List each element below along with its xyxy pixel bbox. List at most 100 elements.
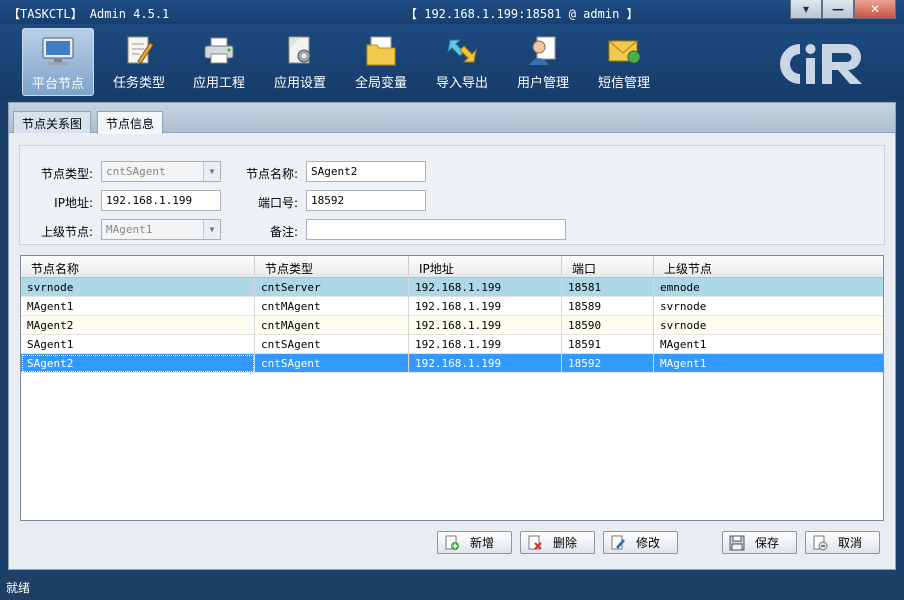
remark-label: 备注: xyxy=(269,225,298,239)
toolbar-app-projects[interactable]: 应用工程 xyxy=(183,28,255,96)
cell-parent-node: svrnode xyxy=(660,319,707,332)
toolbar-platform-nodes[interactable]: 平台节点 xyxy=(22,28,94,96)
column-header-node-name[interactable]: 节点名称 xyxy=(21,256,255,278)
tab-node-info[interactable]: 节点信息 xyxy=(97,111,164,134)
table-row-selected[interactable]: SAgent2 cntSAgent 192.168.1.199 18592 MA… xyxy=(21,354,883,373)
chevron-down-icon: ▼ xyxy=(203,162,220,181)
cell-ip: 192.168.1.199 xyxy=(409,278,562,297)
cell-parent-node: svrnode xyxy=(660,300,707,313)
close-button[interactable]: ✕ xyxy=(854,0,896,19)
toolbar-label: 导入导出 xyxy=(435,76,488,91)
toolbar-label: 应用工程 xyxy=(192,76,245,91)
table-row[interactable]: SAgent1 cntSAgent 192.168.1.199 18591 MA… xyxy=(21,335,883,354)
port-input[interactable]: 18592 xyxy=(306,190,426,211)
main-panel: 节点关系图 节点信息 节点类型: cntSAgent ▼ 节点名称: SAgen… xyxy=(8,102,896,570)
status-bar: 就绪 xyxy=(0,573,904,600)
parent-node-select[interactable]: MAgent1 ▼ xyxy=(101,219,221,240)
save-button-label: 保存 xyxy=(755,536,780,550)
parent-node-label: 上级节点: xyxy=(40,225,93,239)
cell-parent-node: emnode xyxy=(660,281,700,294)
settings-document-icon xyxy=(283,34,317,68)
folder-document-icon xyxy=(364,34,398,68)
port-label: 端口号: xyxy=(257,196,298,210)
cell-port: 18590 xyxy=(562,316,654,335)
cell-parent-node: MAgent1 xyxy=(660,357,707,370)
toolbar-label: 任务类型 xyxy=(112,76,165,91)
printer-icon xyxy=(202,34,236,68)
cell-node-name: svrnode xyxy=(21,278,255,297)
cell-node-type: cntSAgent xyxy=(255,354,409,373)
column-header-node-type[interactable]: 节点类型 xyxy=(255,256,409,278)
edit-document-icon xyxy=(610,535,626,551)
tab-strip: 节点关系图 节点信息 xyxy=(9,103,895,134)
toolbar-global-variables[interactable]: 全局变量 xyxy=(345,28,417,96)
floppy-disk-icon xyxy=(729,535,745,551)
monitor-icon xyxy=(41,35,75,69)
tab-node-relation-graph[interactable]: 节点关系图 xyxy=(13,111,92,133)
delete-button-label: 删除 xyxy=(553,536,578,550)
parent-node-value: MAgent1 xyxy=(106,223,153,236)
cell-node-type: cntMAgent xyxy=(255,316,409,335)
import-export-icon xyxy=(445,34,479,68)
toolbar-task-types[interactable]: 任务类型 xyxy=(103,28,175,96)
cell-port: 18592 xyxy=(562,354,654,373)
status-text: 就绪 xyxy=(6,581,31,595)
envelope-icon xyxy=(607,34,641,68)
node-type-label: 节点类型: xyxy=(40,167,93,181)
table-row[interactable]: svrnode cntServer 192.168.1.199 18581 em… xyxy=(21,278,883,297)
cancel-document-icon xyxy=(812,535,828,551)
cancel-button-label: 取消 xyxy=(838,536,863,550)
column-header-ip[interactable]: IP地址 xyxy=(409,256,562,278)
add-button[interactable]: 新增 xyxy=(437,531,512,554)
app-title: 【TASKCTL】 Admin 4.5.1 xyxy=(8,7,170,21)
brand-logo xyxy=(772,38,872,90)
add-document-icon xyxy=(444,535,460,551)
edit-button[interactable]: 修改 xyxy=(603,531,678,554)
chevron-down-icon: ▼ xyxy=(203,220,220,239)
minimize-button[interactable]: — xyxy=(822,0,854,19)
cell-ip: 192.168.1.199 xyxy=(409,354,562,373)
add-button-label: 新增 xyxy=(470,536,495,550)
node-name-input[interactable]: SAgent2 xyxy=(306,161,426,182)
cell-parent-node: MAgent1 xyxy=(660,338,707,351)
toolbar-user-management[interactable]: 用户管理 xyxy=(507,28,579,96)
node-type-select[interactable]: cntSAgent ▼ xyxy=(101,161,221,182)
title-bar: 【TASKCTL】 Admin 4.5.1 【 192.168.1.199:18… xyxy=(0,0,904,24)
cancel-button[interactable]: 取消 xyxy=(805,531,880,554)
main-toolbar: 平台节点 任务类型 应用工程 应用设置 全局变量 导入导出 用户管理 短信管理 xyxy=(0,24,904,100)
table-header: 节点名称 节点类型 IP地址 端口 上级节点 xyxy=(21,256,883,278)
table-row[interactable]: MAgent1 cntMAgent 192.168.1.199 18589 sv… xyxy=(21,297,883,316)
column-header-port[interactable]: 端口 xyxy=(562,256,654,278)
cell-node-type: cntMAgent xyxy=(255,297,409,316)
node-name-label: 节点名称: xyxy=(245,167,298,181)
cell-node-type: cntSAgent xyxy=(255,335,409,354)
table-row[interactable]: MAgent2 cntMAgent 192.168.1.199 18590 sv… xyxy=(21,316,883,335)
cell-node-name: SAgent2 xyxy=(21,354,255,373)
delete-button[interactable]: 删除 xyxy=(520,531,595,554)
node-form: 节点类型: cntSAgent ▼ 节点名称: SAgent2 IP地址: 19… xyxy=(19,145,885,245)
cell-ip: 192.168.1.199 xyxy=(409,316,562,335)
toolbar-label: 用户管理 xyxy=(516,76,569,91)
toolbar-label: 短信管理 xyxy=(597,76,650,91)
ip-input[interactable]: 192.168.1.199 xyxy=(101,190,221,211)
toolbar-label: 全局变量 xyxy=(354,76,407,91)
save-button[interactable]: 保存 xyxy=(722,531,797,554)
cell-port: 18591 xyxy=(562,335,654,354)
column-header-parent-node[interactable]: 上级节点 xyxy=(654,256,883,278)
node-type-value: cntSAgent xyxy=(106,165,166,178)
cell-node-name: MAgent2 xyxy=(21,316,255,335)
remark-input[interactable] xyxy=(306,219,566,240)
cell-port: 18581 xyxy=(562,278,654,297)
toolbar-label: 应用设置 xyxy=(273,76,326,91)
cell-port: 18589 xyxy=(562,297,654,316)
edit-button-label: 修改 xyxy=(636,536,661,550)
ip-label: IP地址: xyxy=(54,196,93,210)
toolbar-sms-management[interactable]: 短信管理 xyxy=(588,28,660,96)
menu-dropdown-button[interactable]: ▾ xyxy=(790,0,822,19)
cell-ip: 192.168.1.199 xyxy=(409,297,562,316)
toolbar-import-export[interactable]: 导入导出 xyxy=(426,28,498,96)
window-controls: ▾ — ✕ xyxy=(790,0,896,19)
toolbar-app-settings[interactable]: 应用设置 xyxy=(264,28,336,96)
cell-node-name: MAgent1 xyxy=(21,297,255,316)
cell-node-name: SAgent1 xyxy=(21,335,255,354)
